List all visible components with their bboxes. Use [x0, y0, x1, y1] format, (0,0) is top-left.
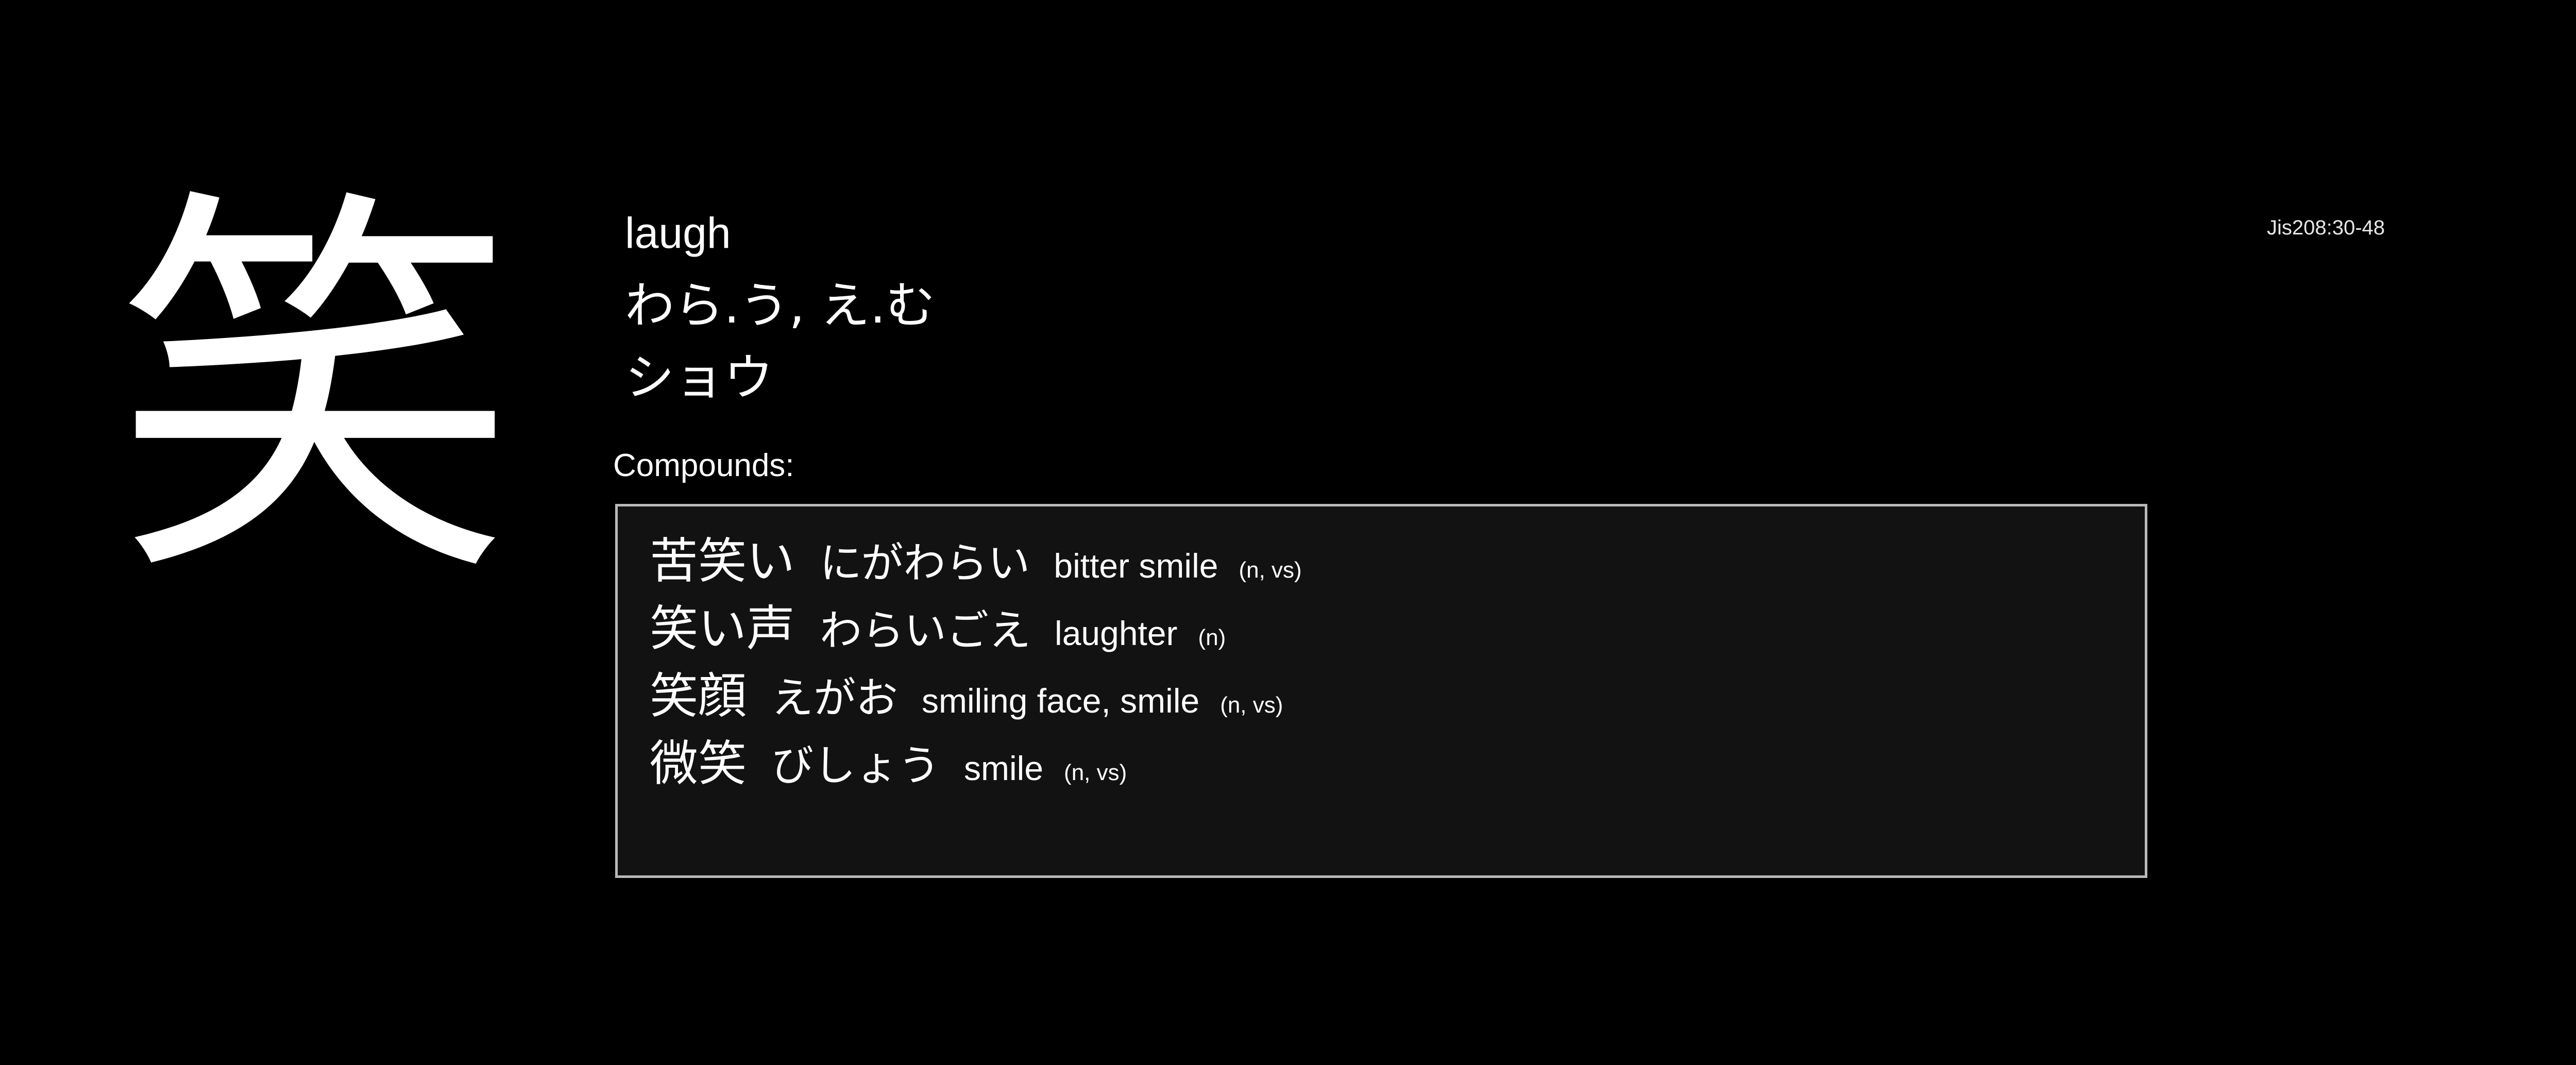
compounds-list: 苦笑い にがわらい bitter smile (n, vs) 笑い声 わらいごえ… — [615, 504, 2147, 878]
kanji-meaning: laugh — [625, 209, 731, 257]
compound-word: 微笑 — [650, 736, 747, 792]
kanji-character: 笑 — [113, 158, 515, 626]
compound-gloss: bitter smile — [1054, 547, 1218, 585]
compound-part-of-speech: (n, vs) — [1220, 692, 1283, 718]
compound-reading: びしょう — [771, 741, 941, 790]
compound-row: 笑い声 わらいごえ laughter (n) — [650, 589, 2145, 657]
compound-part-of-speech: (n, vs) — [1064, 760, 1127, 785]
compound-word: 苦笑い — [650, 533, 795, 589]
jis-code: Jis208:30-48 — [2267, 216, 2385, 239]
compound-row: 笑顔 えがお smiling face, smile (n, vs) — [650, 657, 2145, 724]
on-readings: ショウ — [625, 349, 773, 407]
compound-word: 笑顔 — [650, 668, 747, 724]
compound-reading: えがお — [771, 674, 899, 723]
compound-reading: にがわらい — [820, 539, 1030, 588]
compounds-label: Compounds: — [613, 448, 794, 483]
compound-part-of-speech: (n, vs) — [1239, 557, 1302, 583]
compound-gloss: smiling face, smile — [922, 682, 1200, 720]
compound-gloss: laughter — [1055, 614, 1178, 652]
compound-row: 微笑 びしょう smile (n, vs) — [650, 724, 2145, 792]
compound-part-of-speech: (n) — [1198, 625, 1226, 650]
compound-gloss: smile — [964, 749, 1044, 787]
compound-row: 苦笑い にがわらい bitter smile (n, vs) — [650, 522, 2145, 589]
compound-word: 笑い声 — [650, 601, 795, 657]
compound-reading: わらいごえ — [820, 606, 1031, 655]
kun-readings: わら.う, え.む — [625, 277, 936, 334]
